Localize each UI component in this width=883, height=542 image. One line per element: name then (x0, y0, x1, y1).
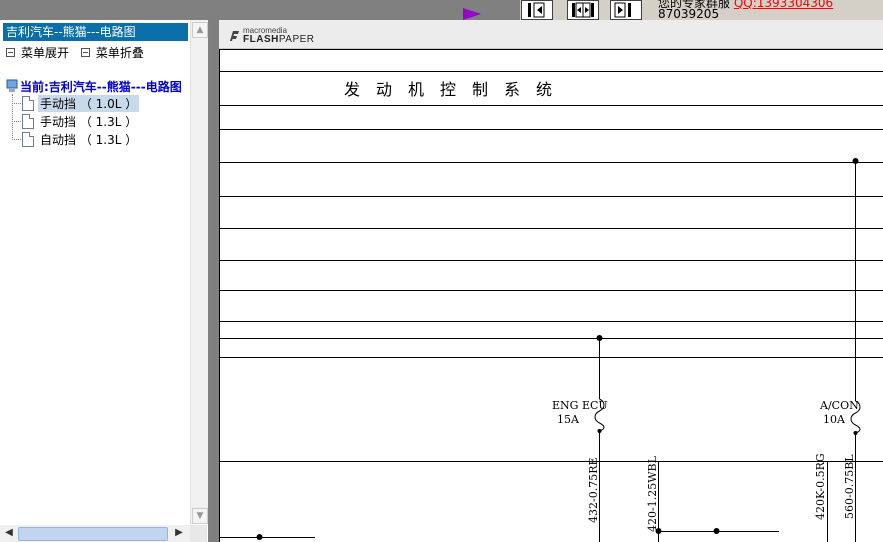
collapse-icon (80, 48, 90, 57)
wire-label-2: 420-1.25WBL (646, 455, 659, 532)
viewer-header: macromedia FLASHPAPER (219, 20, 883, 49)
sidebar-horizontal-scrollbar[interactable]: ◀ ▶ (0, 525, 190, 542)
current-node[interactable]: 当前:吉利汽车--熊猫---电路图 (6, 78, 190, 95)
tree-item-auto-1-3[interactable]: 自动挡 （ 1.3L ） (12, 131, 139, 147)
scroll-right-icon[interactable]: ▶ (172, 526, 186, 540)
two-page-button[interactable] (567, 0, 599, 20)
contact-phone: 87039205 (658, 7, 720, 21)
diagram-title: 发 动 机 控 制 系 统 (344, 80, 552, 99)
fuse-left-rating: 15A (557, 413, 580, 426)
wiring-diagram: 发 动 机 控 制 系 统 ENG ECU 15A A/CON 10A 432-… (219, 49, 883, 542)
scroll-thumb[interactable] (18, 527, 168, 541)
diagram-wires (219, 161, 861, 542)
sidebar-title: 吉利汽车--熊猫---电路图 (3, 23, 188, 41)
expand-menu-button[interactable]: 菜单展开 (6, 44, 69, 61)
fuse-left-name: ENG ECU (552, 399, 608, 412)
flashpaper-logo: macromedia FLASHPAPER (227, 26, 315, 45)
prev-page-button[interactable] (521, 0, 553, 20)
sidebar-vertical-scrollbar[interactable]: ▲ ▼ (190, 20, 208, 524)
document-icon (22, 131, 34, 147)
fuse-right-rating: 10A (823, 413, 846, 426)
menu-controls: 菜单展开 菜单折叠 (6, 44, 152, 61)
scroll-corner (190, 525, 207, 542)
diagram-rules (219, 49, 883, 462)
sidebar: 吉利汽车--熊猫---电路图 菜单展开 菜单折叠 当前:吉利汽车--熊猫---电… (0, 20, 210, 542)
document-icon (22, 113, 34, 129)
tree-item-manual-1-3[interactable]: 手动挡 （ 1.3L ） (12, 113, 139, 129)
scroll-left-icon[interactable]: ◀ (2, 526, 16, 540)
document-icon (22, 95, 34, 111)
junction-dots (256, 158, 859, 540)
next-page-button[interactable] (610, 0, 642, 20)
flashpaper-logo-icon (230, 31, 239, 41)
collapse-menu-button[interactable]: 菜单折叠 (80, 44, 144, 61)
wire-label-3: 420K-0.5RG (814, 453, 827, 520)
scroll-up-icon[interactable]: ▲ (192, 22, 208, 38)
wire-label-1: 432-0.75RE (587, 457, 600, 523)
qq-link[interactable]: QQ:1393304306 (734, 0, 833, 10)
computer-icon (6, 79, 18, 92)
fuse-right-name: A/CON (819, 399, 859, 412)
document-page[interactable]: 发 动 机 控 制 系 统 ENG ECU 15A A/CON 10A 432-… (219, 49, 883, 542)
expand-icon (6, 48, 15, 57)
tree-item-manual-1-0[interactable]: 手动挡 （ 1.0L ） (12, 94, 140, 112)
wire-label-4: 560-0.75BL (843, 454, 856, 519)
scroll-down-icon[interactable]: ▼ (192, 508, 208, 524)
top-toolbar: 您的专家群服 QQ:1393304306 87039205 (0, 0, 883, 21)
